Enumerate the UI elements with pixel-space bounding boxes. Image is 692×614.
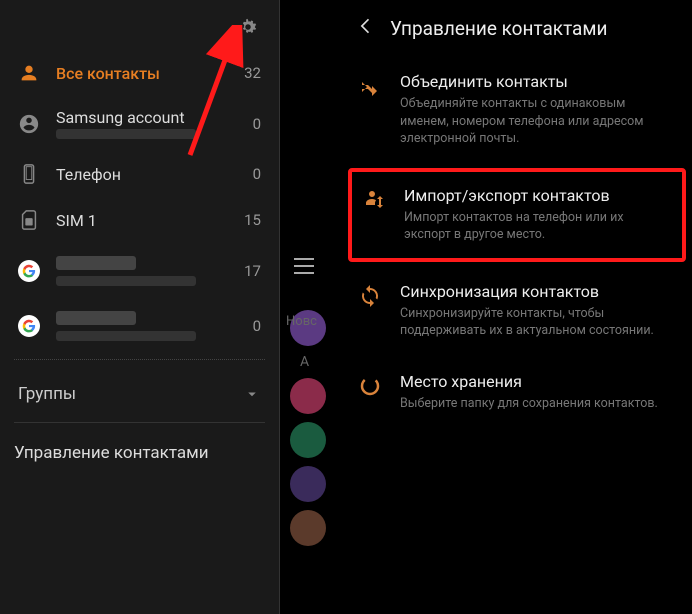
option-import-export[interactable]: Импорт/экспорт контактов Импорт контакто… [348,168,686,262]
sidebar-item-label: Все контакты [56,64,236,83]
manage-label: Управление контактами [14,443,209,463]
panel-header: Управление контактами [342,0,692,56]
phone-icon [18,163,40,185]
contact-count: 17 [244,262,261,280]
sliver-text: Новс [286,314,317,329]
option-title: Синхронизация контактов [400,282,676,301]
sync-icon [358,284,382,308]
option-desc: Объединяйте контакты с одинаковым именем… [400,95,676,148]
sidebar-item-all-contacts[interactable]: Все контакты 32 [0,50,279,96]
merge-icon [358,74,382,98]
manage-contacts-panel: Управление контактами Объединить контакт… [342,0,692,614]
account-email-blurred [56,129,196,139]
section-letter: А [300,354,342,370]
google-icon [18,315,40,337]
contact-count: 0 [253,165,261,183]
account-email-blurred [56,276,196,286]
sidebar-item-manage-contacts[interactable]: Управление контактами [0,423,279,483]
back-icon[interactable] [356,16,376,40]
person-icon [18,62,40,84]
sidebar-item-groups[interactable]: Группы [0,366,279,422]
sidebar-item-sim1[interactable]: SIM 1 15 [0,197,279,243]
sidebar-item-google-2[interactable]: 0 [0,298,279,353]
contact-count: 0 [253,317,261,335]
option-title: Объединить контакты [400,72,676,91]
divider [14,359,265,360]
chevron-down-icon [243,385,261,403]
sidebar-item-label: SIM 1 [56,211,236,230]
sidebar-item-label: Samsung account [56,108,245,127]
sidebar-item-samsung[interactable]: Samsung account 0 [0,96,279,151]
sim-icon [18,209,40,231]
option-merge-contacts[interactable]: Объединить контакты Объединяйте контакты… [342,56,692,164]
option-title: Место хранения [400,372,676,391]
sidebar-item-google-1[interactable]: 17 [0,243,279,298]
avatar[interactable] [290,378,326,414]
avatar[interactable] [290,422,326,458]
account-email-blurred [56,331,196,341]
contact-count: 32 [244,64,261,82]
sidebar-item-phone[interactable]: Телефон 0 [0,151,279,197]
contacts-list-sliver: Новс А [280,0,342,614]
google-icon [18,260,40,282]
accounts-sidebar: Все контакты 32 Samsung account 0 Телефо… [0,0,280,614]
settings-gear-icon[interactable] [237,16,259,42]
panel-title: Управление контактами [390,17,607,40]
contact-count: 0 [253,115,261,133]
option-storage-location[interactable]: Место хранения Выберите папку для сохран… [342,356,692,429]
option-desc: Импорт контактов на телефон или их экспо… [404,209,672,244]
option-title: Импорт/экспорт контактов [404,186,672,205]
groups-label: Группы [18,384,76,404]
import-export-icon [362,188,386,212]
contact-count: 15 [244,211,261,229]
option-desc: Синхронизируйте контакты, чтобы поддержи… [400,305,676,340]
account-name-blurred [56,311,136,325]
account-circle-icon [18,113,40,135]
sidebar-item-label: Телефон [56,165,245,184]
avatar[interactable] [290,510,326,546]
storage-icon [358,374,382,398]
menu-icon[interactable] [294,258,314,274]
option-desc: Выберите папку для сохранения контактов. [400,395,676,413]
option-sync-contacts[interactable]: Синхронизация контактов Синхронизируйте … [342,266,692,356]
avatar[interactable] [290,466,326,502]
account-name-blurred [56,256,136,270]
